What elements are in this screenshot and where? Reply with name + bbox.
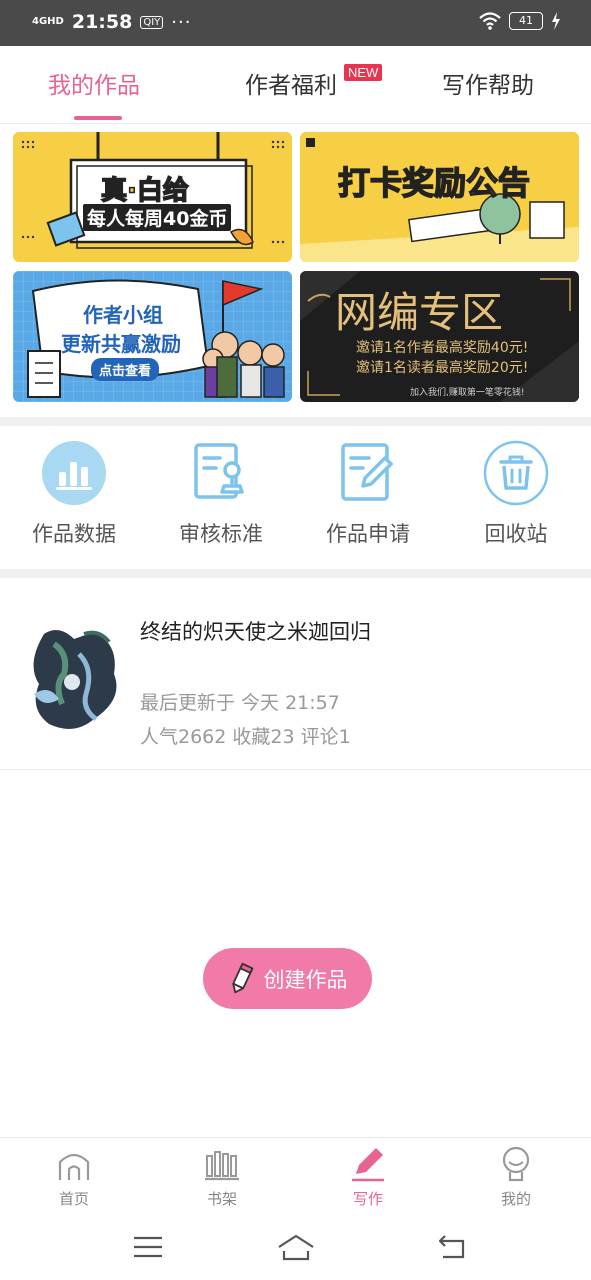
shortcut-review-standards-label: 审核标准: [179, 522, 263, 546]
stamp-document-icon: [188, 440, 254, 506]
banner-editor-zone-line2: 邀请1名读者最高奖励20元!: [356, 360, 529, 376]
menu-icon[interactable]: [134, 1235, 162, 1259]
shortcut-work-data-label: 作品数据: [32, 522, 116, 546]
tab-author-benefits[interactable]: 作者福利: [245, 66, 337, 100]
profile-icon: [502, 1146, 530, 1182]
home-button-icon[interactable]: [277, 1233, 315, 1261]
banner-checkin-rewards-title: 打卡奖励公告: [337, 163, 531, 203]
system-navigation-bar: [0, 1219, 591, 1280]
nav-home[interactable]: 首页: [29, 1146, 119, 1209]
tab-writing-help[interactable]: 写作帮助: [442, 66, 534, 100]
nav-me-label: 我的: [500, 1190, 531, 1208]
banner-author-group[interactable]: 作者小组 更新共赢激励 点击查看: [13, 271, 292, 402]
banner-weekly-coins-title: 真·白给: [100, 175, 189, 207]
shortcut-work-data[interactable]: 作品数据: [9, 440, 139, 548]
home-icon: [58, 1153, 90, 1180]
more-notifications-icon: ···: [171, 11, 192, 33]
status-bar: 4GHD 21:58 QIY ··· 41: [0, 0, 591, 46]
banner-weekly-coins[interactable]: 真·白给 每人每周40金币: [13, 132, 292, 262]
tab-my-works[interactable]: 我的作品: [48, 66, 140, 100]
pencil-icon: [231, 962, 254, 993]
bar-chart-icon: [41, 440, 107, 506]
battery-indicator: 41: [509, 12, 543, 30]
charging-icon: [552, 12, 560, 30]
create-work-button[interactable]: 创建作品: [203, 948, 372, 1009]
status-time: 21:58: [71, 11, 133, 33]
banner-editor-zone[interactable]: 网编专区 邀请1名作者最高奖励40元! 邀请1名读者最高奖励20元! 加入我们,…: [300, 271, 579, 402]
work-cover-image: [24, 624, 128, 736]
work-last-updated: 最后更新于 今天 21:57: [140, 692, 340, 714]
new-badge: NEW: [344, 64, 383, 81]
banner-author-group-title: 作者小组: [83, 303, 163, 327]
work-list-item[interactable]: 终结的炽天使之米迦回归 最后更新于 今天 21:57 人气2662 收藏23 评…: [0, 578, 591, 770]
work-title: 终结的炽天使之米迦回归: [140, 620, 371, 644]
bottom-navigation: 首页 书架 写作 我的: [0, 1137, 591, 1219]
trash-icon: [483, 440, 549, 506]
shortcut-recycle-bin-label: 回收站: [484, 522, 548, 546]
banner-editor-zone-line1: 邀请1名作者最高奖励40元!: [356, 340, 529, 356]
section-divider: [0, 569, 591, 578]
signal-indicator: 4GHD: [32, 16, 64, 27]
nav-bookshelf[interactable]: 书架: [177, 1146, 267, 1209]
banner-weekly-coins-subtitle: 每人每周40金币: [83, 204, 232, 231]
banner-checkin-rewards[interactable]: 打卡奖励公告: [300, 132, 579, 262]
nav-write[interactable]: 写作: [323, 1146, 413, 1209]
create-work-label: 创建作品: [263, 967, 348, 992]
edit-document-icon: [335, 440, 401, 506]
shortcut-work-application-label: 作品申请: [326, 522, 410, 546]
app-notification-icon: QIY: [140, 15, 164, 29]
work-stats: 人气2662 收藏23 评论1: [140, 726, 351, 748]
nav-me[interactable]: 我的: [471, 1146, 561, 1209]
banner-editor-zone-title: 网编专区: [335, 288, 504, 337]
back-icon[interactable]: [437, 1233, 467, 1261]
pen-icon: [352, 1148, 384, 1182]
banner-author-group-view-button[interactable]: 点击查看: [91, 358, 160, 381]
top-tabs: 我的作品 作者福利 NEW 写作帮助: [0, 46, 591, 124]
wifi-icon: [479, 12, 501, 30]
section-divider: [0, 417, 591, 426]
shortcut-recycle-bin[interactable]: 回收站: [451, 440, 581, 548]
shortcut-work-application[interactable]: 作品申请: [303, 440, 433, 548]
nav-bookshelf-label: 书架: [206, 1190, 237, 1208]
bookshelf-icon: [205, 1151, 239, 1181]
nav-home-label: 首页: [58, 1190, 89, 1208]
banner-author-group-subtitle: 更新共赢激励: [61, 332, 181, 356]
shortcut-review-standards[interactable]: 审核标准: [156, 440, 286, 548]
nav-write-label: 写作: [352, 1190, 383, 1208]
active-tab-indicator: [74, 116, 122, 120]
banner-editor-zone-footer: 加入我们,赚取第一笔零花钱!: [410, 388, 525, 398]
